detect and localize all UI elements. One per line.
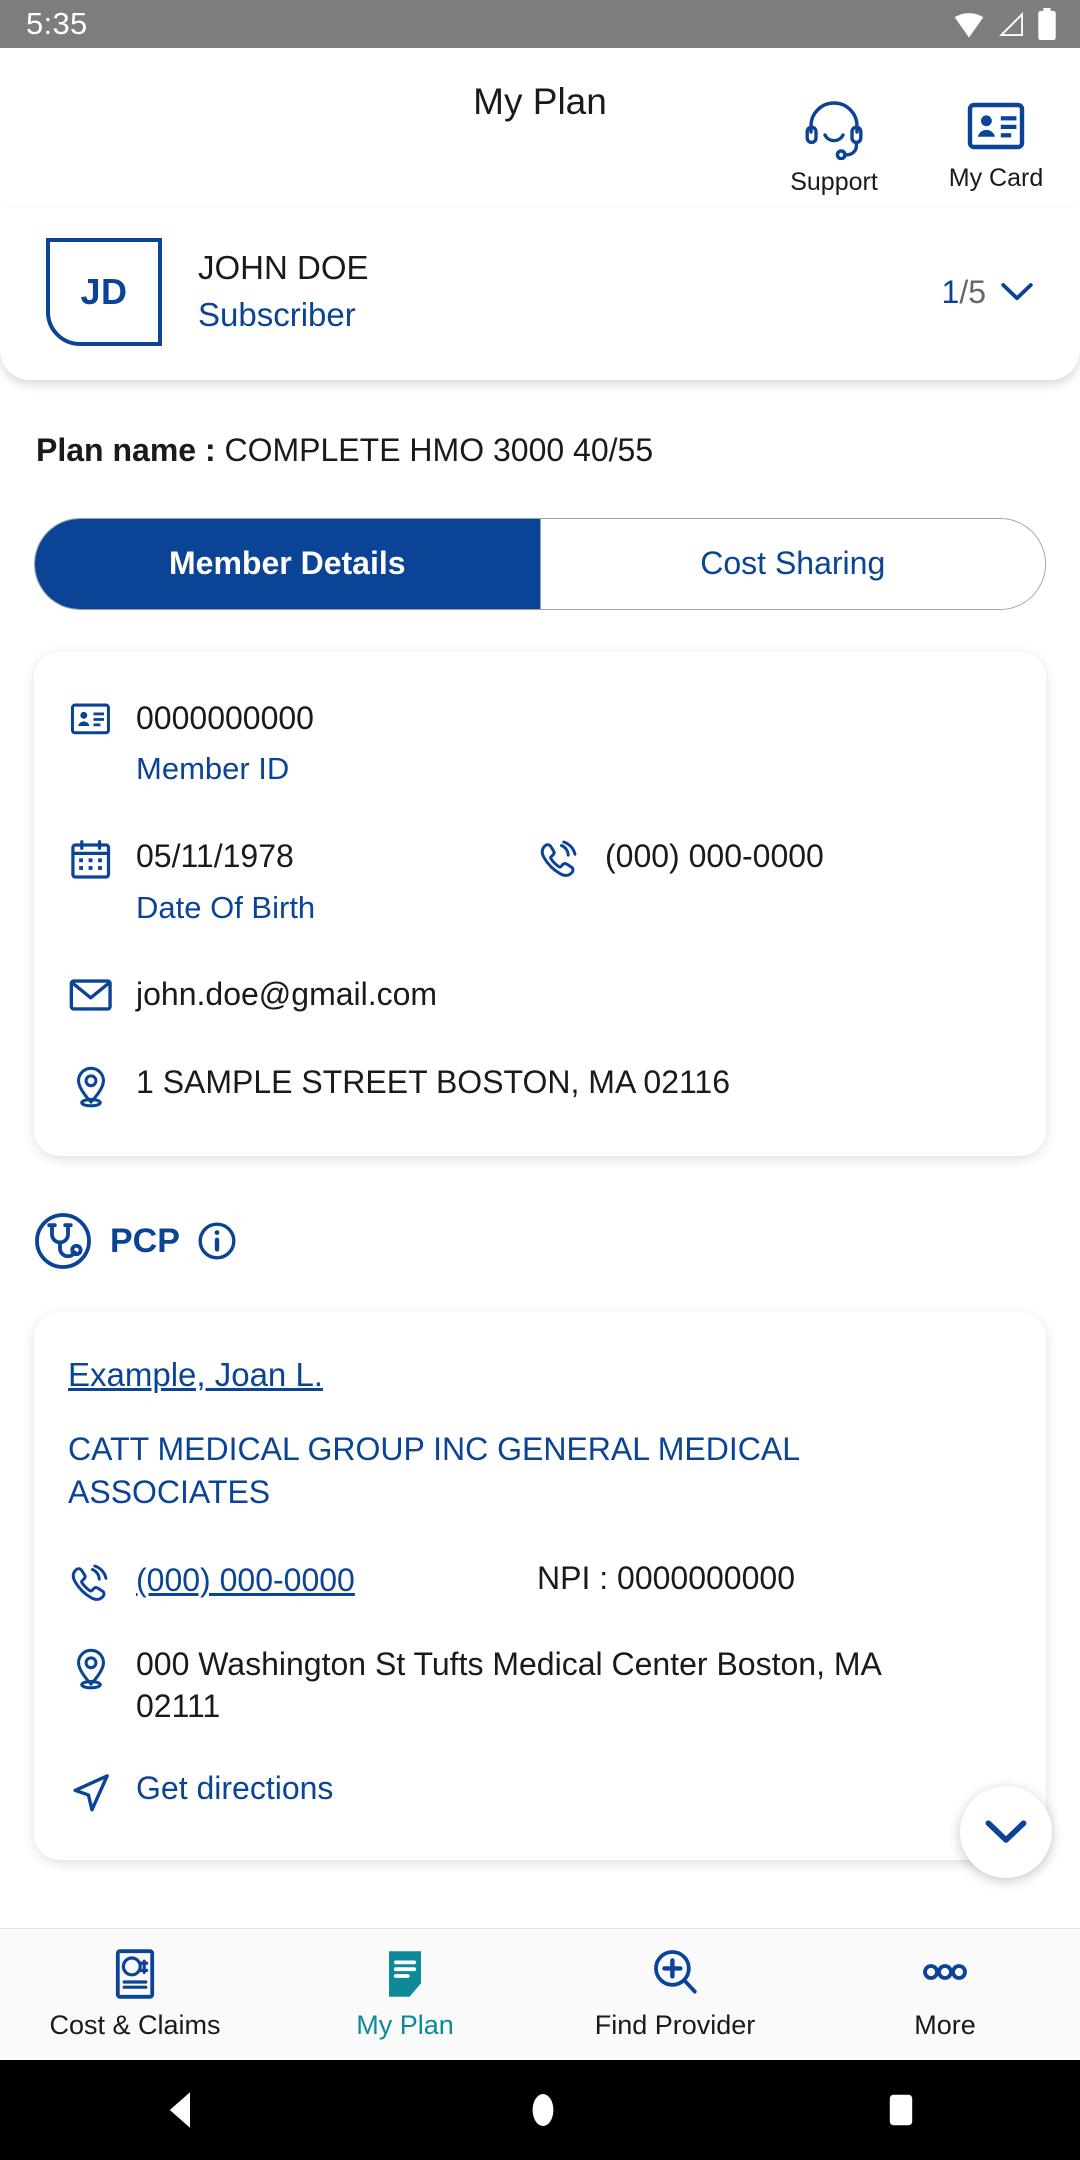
dob-phone-row: 05/11/1978 Date Of Birth (000) 000-0000 [68,836,1006,928]
member-pager-current: 1 [941,273,960,310]
plan-name-label: Plan name : [36,432,216,468]
member-id-row: 0000000000 Member ID [68,698,1006,790]
receipt-dollar-icon [115,1949,155,1999]
pcp-title: PCP [110,1221,180,1260]
nav-label-my-plan: My Plan [356,2010,454,2040]
app-bar-actions: Support My Card [776,98,1054,197]
address-value: 1 SAMPLE STREET BOSTON, MA 02116 [136,1064,731,1101]
chevron-down-icon [1001,283,1033,301]
nav-item-more[interactable]: More [810,1948,1080,2041]
tab-cost-sharing[interactable]: Cost Sharing [539,518,1045,609]
mail-icon [68,974,114,1012]
headset-icon [805,101,863,160]
bottom-navigation-bar: Cost & Claims My Plan Find Provider More [0,1928,1080,2060]
member-pager-rest: /5 [959,273,986,310]
email-value: john.doe@gmail.com [136,976,438,1013]
member-details-card: 0000000000 Member ID 05/11/1978 Date Of … [34,651,1046,1157]
calendar-icon [68,836,114,928]
get-directions-label[interactable]: Get directions [136,1768,333,1810]
nav-item-cost-claims[interactable]: Cost & Claims [0,1948,270,2041]
nav-label-find-provider: Find Provider [594,2010,756,2040]
location-pin-icon [68,1062,114,1108]
pcp-phone-npi-row: (000) 000-0000 NPI : 0000000000 [68,1560,1006,1604]
home-icon[interactable] [522,2087,564,2133]
app-screen: 5:35 My Plan Support My Card JD JOHN DOE… [0,0,1080,2160]
phone-icon [537,836,583,928]
phone-icon [68,1560,114,1604]
pcp-npi-value: 0000000000 [617,1560,795,1597]
member-header-card[interactable]: JD JOHN DOE Subscriber 1/5 [0,208,1080,380]
nav-item-find-provider[interactable]: Find Provider [540,1948,810,2041]
location-pin-icon [68,1644,114,1690]
member-id-label: Member ID [136,751,290,787]
dob-block: 05/11/1978 Date Of Birth [68,836,537,928]
member-pager-text: 1/5 [942,274,986,311]
back-icon[interactable] [159,2087,205,2133]
nav-label-more: More [914,2010,976,2040]
pcp-address: 000 Washington St Tufts Medical Center B… [136,1646,881,1725]
ellipsis-icon [923,1964,967,1980]
member-pager[interactable]: 1/5 [942,274,1034,311]
pcp-section-header: PCP [0,1156,1080,1270]
avatar: JD [46,238,162,346]
pcp-address-row: 000 Washington St Tufts Medical Center B… [68,1644,1006,1727]
support-button[interactable]: Support [776,98,892,197]
plan-name-value: COMPLETE HMO 3000 40/55 [224,432,654,468]
cellular-signal-icon [999,12,1023,36]
id-card-icon [967,102,1025,150]
tab-member-details[interactable]: Member Details [35,518,540,609]
member-phone-value: (000) 000-0000 [605,838,824,875]
expand-card-button[interactable] [960,1785,1052,1878]
member-name-block: JOHN DOE Subscriber [198,247,942,337]
dob-label: Date Of Birth [136,889,316,925]
navigation-arrow-icon [68,1768,114,1814]
pcp-npi-block: NPI : 0000000000 [537,1560,1006,1604]
document-icon [389,1951,421,1997]
nav-item-my-plan[interactable]: My Plan [270,1948,540,2041]
email-row: john.doe@gmail.com [68,974,1006,1016]
member-role: Subscriber [198,296,356,334]
dob-value: 05/11/1978 [136,838,294,875]
info-icon[interactable] [198,1222,236,1260]
my-card-button[interactable]: My Card [938,98,1054,193]
id-card-icon [68,698,114,738]
status-bar-clock: 5:35 [26,6,88,41]
phone-block[interactable]: (000) 000-0000 [537,836,1006,928]
stethoscope-icon [35,1213,91,1269]
battery-icon [1038,8,1056,40]
plan-name-line: Plan name : COMPLETE HMO 3000 40/55 [0,380,1080,472]
my-card-label: My Card [948,164,1044,192]
pcp-provider-name-link[interactable]: Example, Joan L. [68,1356,1006,1394]
support-label: Support [790,168,878,196]
nav-label-cost-claims: Cost & Claims [49,2010,221,2040]
pcp-phone-block[interactable]: (000) 000-0000 [68,1560,537,1604]
plan-tab-switcher: Member Details Cost Sharing [34,517,1046,610]
recents-icon[interactable] [881,2088,921,2132]
android-navigation-bar [0,2060,1080,2160]
wifi-icon [954,13,984,38]
status-bar: 5:35 [0,0,1080,48]
pcp-phone-link[interactable]: (000) 000-0000 [136,1560,355,1602]
address-row: 1 SAMPLE STREET BOSTON, MA 02116 [68,1062,1006,1108]
pcp-provider-card: Example, Joan L. CATT MEDICAL GROUP INC … [34,1312,1052,1878]
search-plus-icon [654,1950,697,1994]
pcp-npi-label: NPI : [537,1560,609,1597]
pcp-organization: CATT MEDICAL GROUP INC GENERAL MEDICAL A… [68,1431,799,1511]
status-bar-system-icons [952,8,1058,40]
app-bar: My Plan Support My Card [0,48,1080,208]
member-name: JOHN DOE [198,248,369,286]
member-id-value: 0000000000 [136,699,314,736]
get-directions-row[interactable]: Get directions [68,1768,1006,1814]
chevron-down-icon [985,1820,1027,1843]
